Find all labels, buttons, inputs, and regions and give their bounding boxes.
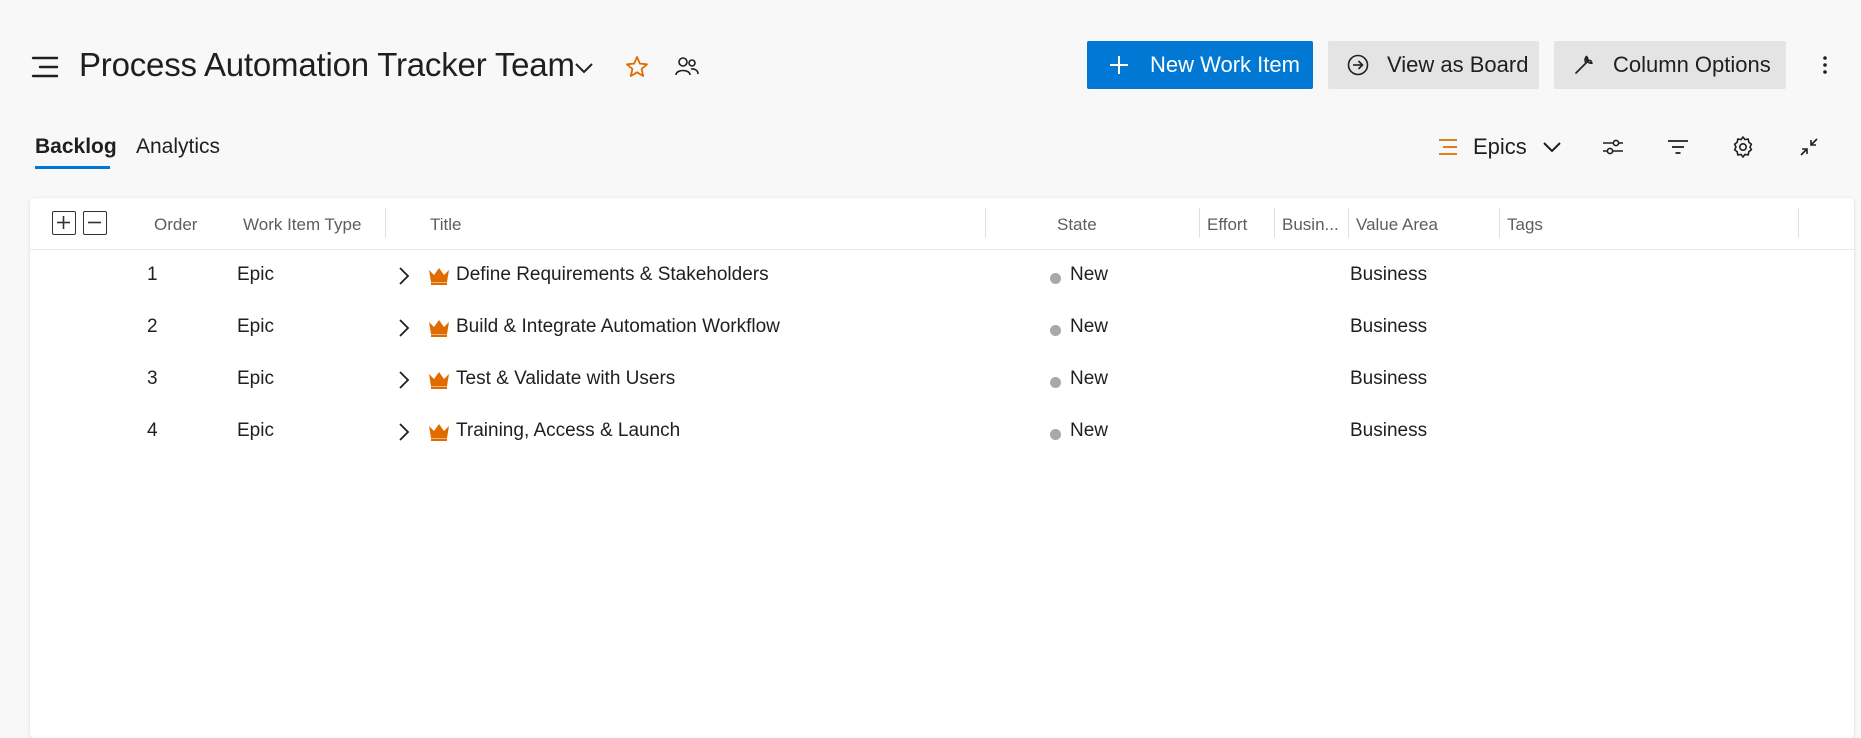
selected-tab-indicator [35, 166, 110, 169]
column-header-tags[interactable]: Tags [1507, 215, 1543, 235]
backlog-level-icon [1437, 137, 1459, 157]
state-dot [1050, 325, 1061, 336]
column-header-effort[interactable]: Effort [1207, 215, 1247, 235]
chevron-right-icon[interactable] [396, 369, 412, 391]
column-header-order[interactable]: Order [154, 215, 197, 235]
column-options-label: Column Options [1613, 52, 1771, 77]
value-area-cell: Business [1350, 368, 1428, 389]
column-divider[interactable] [385, 208, 386, 238]
more-vertical-icon[interactable] [1815, 53, 1835, 77]
value-area-cell: Business [1350, 420, 1428, 441]
order-cell: 3 [147, 368, 158, 389]
table-row[interactable]: 1 Epic Define Requirements & Stakeholder… [30, 250, 1854, 302]
new-work-item-label: New Work Item [1150, 52, 1300, 77]
order-cell: 1 [147, 264, 158, 285]
work-item-type-cell: Epic [237, 316, 274, 337]
title-cell[interactable]: Training, Access & Launch [456, 420, 680, 442]
grid-header: Order Work Item Type Title State Effort … [30, 198, 1854, 250]
hamburger-icon[interactable] [31, 55, 61, 79]
collapse-all-icon[interactable] [83, 211, 107, 235]
settings-icon[interactable] [1730, 134, 1756, 160]
work-item-type-cell: Epic [237, 264, 274, 285]
title-cell[interactable]: Test & Validate with Users [456, 368, 675, 390]
chevron-right-icon[interactable] [396, 317, 412, 339]
column-divider[interactable] [1499, 208, 1500, 238]
column-divider[interactable] [985, 208, 986, 238]
order-cell: 4 [147, 420, 158, 441]
backlog-level-picker[interactable]: Epics [1437, 132, 1563, 162]
new-work-item-button[interactable]: New Work Item [1087, 41, 1313, 89]
column-options-button[interactable]: Column Options [1554, 41, 1786, 89]
view-options-icon[interactable] [1600, 134, 1626, 160]
plus-icon [1107, 53, 1131, 77]
epic-crown-icon [428, 423, 450, 441]
chevron-right-icon[interactable] [396, 265, 412, 287]
circle-arrow-icon [1346, 53, 1370, 77]
title-cell[interactable]: Define Requirements & Stakeholders [456, 264, 769, 286]
column-divider[interactable] [1348, 208, 1349, 238]
view-as-board-button[interactable]: View as Board [1328, 41, 1539, 89]
state-dot [1050, 273, 1061, 284]
work-item-type-cell: Epic [237, 420, 274, 441]
team-title: Process Automation Tracker Team [79, 46, 575, 83]
title-cell[interactable]: Build & Integrate Automation Workflow [456, 316, 780, 338]
column-divider[interactable] [1274, 208, 1275, 238]
backlog-level-label: Epics [1473, 134, 1527, 159]
column-header-value-area[interactable]: Value Area [1356, 215, 1438, 235]
state-cell: New [1070, 368, 1109, 389]
work-item-type-cell: Epic [237, 368, 274, 389]
view-as-board-label: View as Board [1387, 52, 1529, 77]
epic-crown-icon [428, 319, 450, 337]
collapse-icon[interactable] [1796, 134, 1822, 160]
people-icon[interactable] [675, 56, 699, 78]
backlog-grid: Order Work Item Type Title State Effort … [30, 198, 1854, 738]
state-dot [1050, 377, 1061, 388]
star-icon[interactable] [625, 55, 649, 79]
column-header-work-item-type[interactable]: Work Item Type [243, 215, 361, 235]
chevron-right-icon[interactable] [396, 421, 412, 443]
epic-crown-icon [428, 267, 450, 285]
expand-all-icon[interactable] [52, 211, 76, 235]
table-row[interactable]: 3 Epic Test & Validate with Users New Bu… [30, 354, 1854, 406]
value-area-cell: Business [1350, 316, 1428, 337]
filter-icon[interactable] [1665, 134, 1691, 160]
chevron-down-icon[interactable] [572, 58, 596, 78]
table-row[interactable]: 2 Epic Build & Integrate Automation Work… [30, 302, 1854, 354]
column-header-business-value[interactable]: Busin... [1282, 215, 1339, 235]
tab-analytics[interactable]: Analytics [136, 135, 220, 159]
column-divider[interactable] [1798, 208, 1799, 238]
state-cell: New [1070, 264, 1109, 285]
value-area-cell: Business [1350, 264, 1428, 285]
state-cell: New [1070, 316, 1109, 337]
state-dot [1050, 429, 1061, 440]
column-divider[interactable] [1199, 208, 1200, 238]
chevron-down-icon [1541, 138, 1563, 156]
epic-crown-icon [428, 371, 450, 389]
order-cell: 2 [147, 316, 158, 337]
state-cell: New [1070, 420, 1109, 441]
table-row[interactable]: 4 Epic Training, Access & Launch New Bus… [30, 406, 1854, 458]
column-header-title[interactable]: Title [430, 215, 462, 235]
wrench-icon [1572, 53, 1596, 77]
column-header-state[interactable]: State [1057, 215, 1097, 235]
tab-backlog[interactable]: Backlog [35, 135, 117, 159]
